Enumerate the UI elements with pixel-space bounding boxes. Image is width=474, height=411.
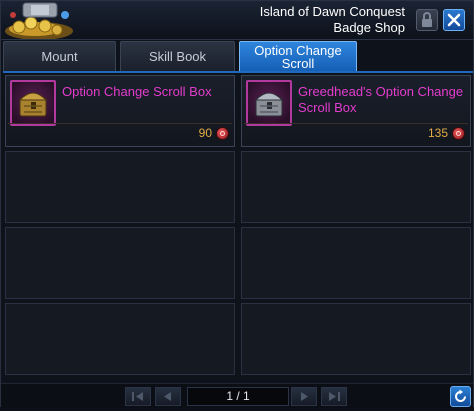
prev-page-button[interactable] <box>155 387 181 406</box>
gold-chest-icon <box>10 80 56 126</box>
tab-mount[interactable]: Mount <box>3 41 116 71</box>
divider <box>8 123 232 124</box>
refresh-icon <box>455 389 466 402</box>
page-indicator: 1 / 1 <box>187 387 289 406</box>
item-name: Greedhead's Option Change Scroll Box <box>298 84 464 115</box>
empty-slot <box>5 227 235 299</box>
tab-option-change-scroll-label: Option Change Scroll <box>254 43 342 71</box>
lock-button[interactable] <box>416 9 438 31</box>
tab-option-change-scroll[interactable]: Option Change Scroll <box>239 41 357 71</box>
empty-slot <box>5 303 235 375</box>
tab-bar: Mount Skill Book Option Change Scroll <box>3 41 473 73</box>
next-page-button[interactable] <box>291 387 317 406</box>
treasure-coins-icon <box>1 1 93 39</box>
badge-currency-icon <box>452 127 465 140</box>
shop-item-option-change-scroll-box[interactable]: Option Change Scroll Box 90 <box>5 75 235 147</box>
pagination-bar: 1 / 1 <box>1 383 473 408</box>
window-title-line1: Island of Dawn Conquest <box>259 4 405 19</box>
first-page-button[interactable] <box>125 387 151 406</box>
refresh-button[interactable] <box>450 386 471 407</box>
badge-currency-icon <box>216 127 229 140</box>
shop-item-greedhead-option-change-scroll-box[interactable]: Greedhead's Option Change Scroll Box 135 <box>241 75 471 147</box>
tab-underline <box>3 71 473 73</box>
empty-slot <box>241 303 471 375</box>
close-button[interactable] <box>443 9 465 31</box>
item-price: 135 <box>427 126 448 140</box>
empty-slot <box>241 151 471 223</box>
tab-skill-book-label: Skill Book <box>148 49 207 64</box>
window-title-line2: Badge Shop <box>333 20 405 35</box>
tab-mount-label: Mount <box>41 49 78 64</box>
last-page-icon <box>329 392 340 401</box>
badge-shop-window: Island of Dawn Conquest Badge Shop Mount… <box>0 0 474 408</box>
next-page-icon <box>301 392 308 401</box>
last-page-button[interactable] <box>321 387 347 406</box>
empty-slot <box>5 151 235 223</box>
divider <box>244 123 468 124</box>
item-price: 90 <box>198 126 212 140</box>
tab-skill-book[interactable]: Skill Book <box>120 41 235 71</box>
empty-slot <box>241 227 471 299</box>
lock-icon <box>422 12 432 27</box>
prev-page-icon <box>164 392 171 401</box>
silver-chest-icon <box>246 80 292 126</box>
close-icon <box>447 13 461 27</box>
window-title: Island of Dawn Conquest Badge Shop <box>165 4 405 36</box>
first-page-icon <box>132 392 143 401</box>
item-name: Option Change Scroll Box <box>62 84 212 99</box>
window-header: Island of Dawn Conquest Badge Shop <box>1 1 473 40</box>
